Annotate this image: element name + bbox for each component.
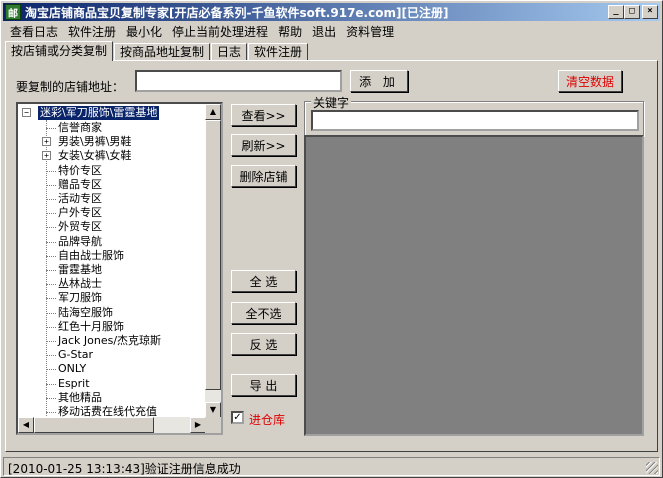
expand-icon[interactable]: + [42, 151, 51, 161]
select-all-button[interactable]: 全 选 [231, 270, 296, 292]
store-url-label: 要复制的店铺地址： [16, 80, 125, 94]
tree-root-node[interactable]: 迷彩\军刀服饰\雷霆基地 [38, 106, 160, 120]
app-window: 邮 淘宝店铺商品宝贝复制专家[开店必备系列-千鱼软件soft.917e.com]… [0, 0, 663, 478]
menu-view-log[interactable]: 查看日志 [5, 23, 63, 41]
tree-node[interactable]: 陆海空服饰 [58, 306, 113, 320]
app-icon: 邮 [5, 4, 21, 20]
tree-node[interactable]: 男装\男裤\男鞋 [58, 135, 131, 149]
tree-branch-line [46, 326, 56, 328]
tree-node[interactable]: 其他精品 [58, 391, 102, 405]
close-button[interactable]: × [642, 5, 658, 19]
tree-branch-line [46, 270, 56, 271]
warehouse-checkbox-label: 进仓库 [249, 413, 286, 427]
delete-store-button[interactable]: 删除店铺 [231, 165, 296, 187]
maximize-button[interactable]: □ [624, 5, 640, 19]
minimize-button[interactable]: _ [608, 5, 624, 19]
tree-node[interactable]: 女装\女裤\女鞋 [58, 149, 131, 163]
tree-branch-line [46, 369, 56, 371]
tree-node[interactable]: 丛林战士 [58, 277, 102, 291]
scroll-right-icon[interactable]: ▶ [190, 417, 206, 433]
tree-branch-line [46, 184, 56, 186]
keyword-label: 关键字 [311, 94, 352, 111]
tab-copy-by-store[interactable]: 按店铺或分类复制 [5, 41, 114, 61]
horizontal-scrollbar[interactable]: ◀ ▶ [18, 417, 206, 433]
scroll-corner [205, 417, 221, 433]
warehouse-checkbox[interactable]: ✓ [231, 411, 244, 424]
tree-node[interactable]: 特价专区 [58, 164, 102, 178]
tree-branch-line [46, 227, 56, 229]
tree-node[interactable]: 信誉商家 [58, 121, 102, 135]
tree-branch-line [46, 170, 56, 172]
collapse-icon[interactable]: − [22, 108, 31, 117]
tree-node[interactable]: 赠品专区 [58, 178, 102, 192]
tree-branch-line [46, 213, 56, 215]
tree-node[interactable]: G-Star [58, 348, 93, 362]
horizontal-scroll-thumb[interactable] [34, 417, 154, 433]
menu-minimize[interactable]: 最小化 [121, 23, 167, 41]
scroll-up-icon[interactable]: ▲ [205, 104, 221, 120]
tree-node[interactable]: 自由战士服饰 [58, 249, 124, 263]
tab-copy-by-url[interactable]: 按商品地址复制 [114, 43, 211, 61]
status-message: [2010-01-25 13:13:43]验证注册信息成功 [8, 462, 241, 476]
tree-node[interactable]: 活动专区 [58, 192, 102, 206]
menu-data-management[interactable]: 资料管理 [341, 23, 399, 41]
title-bar[interactable]: 邮 淘宝店铺商品宝贝复制专家[开店必备系列-千鱼软件soft.917e.com]… [3, 3, 660, 21]
tree-branch-line [46, 355, 56, 357]
menu-bar: 查看日志 软件注册 最小化 停止当前处理进程 帮助 退出 资料管理 [5, 23, 399, 41]
tree-branch-line [46, 241, 56, 243]
select-none-button[interactable]: 全不选 [231, 302, 296, 324]
tree-node[interactable]: 雷霆基地 [58, 263, 102, 277]
tab-log[interactable]: 日志 [211, 43, 248, 61]
vertical-scroll-thumb[interactable] [205, 120, 221, 390]
tree-branch-line [46, 284, 56, 286]
tree-branch-line [46, 128, 56, 129]
tab-strip: 按店铺或分类复制 按商品地址复制 日志 软件注册 [5, 41, 309, 61]
tree-node[interactable]: Jack Jones/杰克琼斯 [58, 334, 161, 348]
invert-selection-button[interactable]: 反 选 [231, 333, 296, 355]
tree-viewport: − 迷彩\军刀服饰\雷霆基地 信誉商家 + 男装\男裤\男鞋 + 女装\女裤\女鞋 特价专… [18, 104, 206, 418]
menu-register[interactable]: 软件注册 [63, 23, 121, 41]
expand-icon[interactable]: + [42, 137, 51, 147]
tree-branch-line [46, 199, 56, 200]
resize-grip-icon[interactable] [646, 462, 658, 474]
tree-branch-line [46, 298, 56, 300]
category-tree[interactable]: − 迷彩\军刀服饰\雷霆基地 信誉商家 + 男装\男裤\男鞋 + 女装\女裤\女鞋 特价专… [16, 102, 223, 435]
tree-node[interactable]: 户外专区 [58, 206, 102, 220]
result-area[interactable] [304, 135, 644, 436]
menu-stop-process[interactable]: 停止当前处理进程 [167, 23, 273, 41]
tree-guide-line [46, 120, 47, 418]
keyword-input[interactable] [311, 110, 639, 131]
vertical-scrollbar[interactable]: ▲ ▼ [205, 104, 221, 418]
scroll-left-icon[interactable]: ◀ [18, 417, 34, 433]
refresh-button[interactable]: 刷新>> [231, 134, 296, 156]
tree-branch-line [46, 312, 56, 314]
view-button[interactable]: 查看>> [231, 104, 296, 126]
window-controls: _ □ × [608, 5, 658, 19]
menu-help[interactable]: 帮助 [273, 23, 307, 41]
store-url-input[interactable] [135, 70, 342, 92]
tree-branch-line [46, 341, 56, 342]
export-button[interactable]: 导 出 [231, 374, 296, 396]
tree-node[interactable]: ONLY [58, 362, 86, 376]
window-title: 淘宝店铺商品宝贝复制专家[开店必备系列-千鱼软件soft.917e.com][已… [25, 5, 449, 20]
tab-registration[interactable]: 软件注册 [248, 43, 309, 61]
tree-node[interactable]: 红色十月服饰 [58, 320, 124, 334]
tree-branch-line [46, 255, 56, 257]
status-bar: [2010-01-25 13:13:43]验证注册信息成功 [3, 457, 660, 476]
tree-branch-line [46, 412, 56, 413]
tree-node[interactable]: 品牌导航 [58, 235, 102, 249]
scroll-down-icon[interactable]: ▼ [205, 402, 221, 418]
clear-data-button[interactable]: 清空数据 [558, 70, 622, 92]
menu-exit[interactable]: 退出 [307, 23, 341, 41]
add-button[interactable]: 添 加 [350, 70, 408, 92]
tree-node[interactable]: 军刀服饰 [58, 291, 102, 305]
tree-branch-line [46, 397, 56, 399]
tree-branch-line [46, 383, 56, 385]
tree-node[interactable]: 外贸专区 [58, 220, 102, 234]
tree-node[interactable]: Esprit [58, 377, 90, 391]
